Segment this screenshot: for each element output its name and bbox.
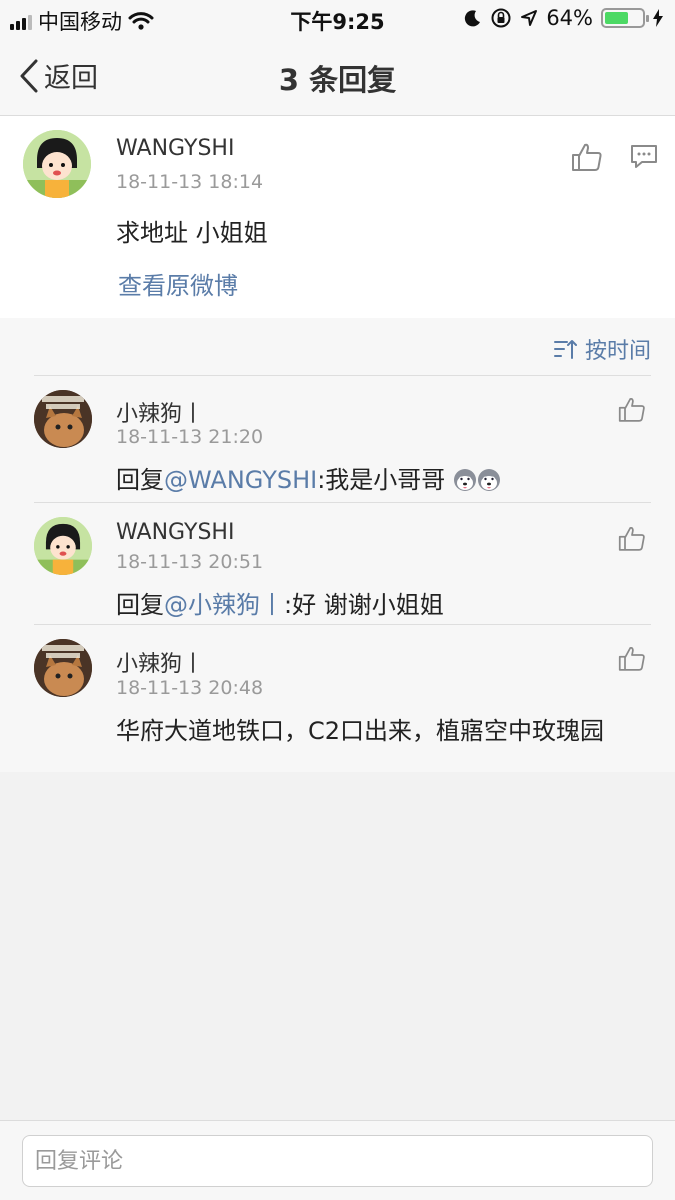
like-button[interactable]: [618, 525, 646, 556]
reply-username[interactable]: WANGYSHI: [116, 520, 234, 545]
location-icon: [521, 10, 538, 26]
comment-text: 求地址 小姐姐: [116, 219, 268, 247]
composer-bar: [0, 1120, 675, 1200]
comment-button[interactable]: [630, 144, 658, 174]
like-button[interactable]: [618, 396, 646, 427]
reply-comment-input[interactable]: [22, 1135, 653, 1187]
maruko-avatar-image: [23, 130, 91, 198]
rotation-lock-icon: [491, 8, 511, 28]
thumbs-up-icon: [618, 526, 645, 551]
replies-section: 按时间 小辣狗丨 18-11-13 21:20 回复@WANGYSHI:我是小哥…: [0, 318, 675, 772]
reply-username[interactable]: 小辣狗丨: [116, 646, 204, 678]
mention-link[interactable]: @小辣狗丨: [164, 591, 284, 619]
battery-icon: [601, 8, 649, 28]
battery-fill: [605, 12, 629, 24]
thumbs-up-icon: [572, 143, 602, 171]
status-right: 64%: [464, 6, 663, 30]
reply-body: :我是小哥哥: [317, 466, 446, 494]
status-bar: 中国移动 下午9:25 64%: [0, 0, 675, 38]
husky-face-icon: [453, 469, 476, 491]
avatar[interactable]: [34, 517, 92, 575]
sort-label: 按时间: [584, 339, 651, 364]
nav-bar: 返回 3 条回复: [0, 38, 675, 116]
reply-timestamp: 18-11-13 21:20: [116, 426, 264, 448]
cat-avatar-image: [34, 390, 92, 448]
comment-timestamp: 18-11-13 18:14: [116, 171, 264, 193]
reply-timestamp: 18-11-13 20:48: [116, 677, 264, 699]
maruko-avatar-image: [34, 517, 92, 575]
reply-prefix: 回复: [116, 591, 164, 619]
sort-by-time-button[interactable]: 按时间: [553, 333, 651, 365]
like-button[interactable]: [618, 645, 646, 676]
moon-icon: [465, 10, 481, 27]
reply-username[interactable]: 小辣狗丨: [116, 396, 204, 428]
charging-icon: [653, 9, 663, 27]
reply-item: WANGYSHI 18-11-13 20:51 回复@小辣狗丨:好 谢谢小姐姐: [0, 503, 675, 627]
page-title: 3 条回复: [278, 63, 397, 97]
comment-icon: [631, 145, 657, 168]
reply-prefix: 回复: [116, 466, 164, 494]
husky-face-icon: [477, 469, 500, 491]
like-button[interactable]: [571, 142, 603, 176]
comment-username[interactable]: WANGYSHI: [116, 136, 234, 161]
reply-text: 回复@WANGYSHI:我是小哥哥: [116, 460, 501, 495]
avatar[interactable]: [23, 130, 91, 198]
main-comment: WANGYSHI 18-11-13 18:14 求地址 小姐姐 查看原微博: [0, 116, 675, 318]
reply-text: 回复@小辣狗丨:好 谢谢小姐姐: [116, 585, 444, 620]
view-original-link[interactable]: 查看原微博: [118, 266, 238, 301]
avatar[interactable]: [34, 639, 92, 697]
reply-item: 小辣狗丨 18-11-13 21:20 回复@WANGYSHI:我是小哥哥: [0, 376, 675, 500]
thumbs-up-icon: [618, 397, 645, 422]
cat-avatar-image: [34, 639, 92, 697]
mention-link[interactable]: @WANGYSHI: [164, 466, 317, 494]
reply-timestamp: 18-11-13 20:51: [116, 551, 264, 573]
thumbs-up-icon: [618, 646, 645, 671]
avatar[interactable]: [34, 390, 92, 448]
sort-bar: 按时间: [0, 318, 675, 376]
reply-body: :好 谢谢小姐姐: [284, 591, 444, 619]
sort-icon: [553, 340, 577, 359]
reply-item: 小辣狗丨 18-11-13 20:48 华府大道地铁口，C2口出来，植寤空中玫瑰…: [0, 625, 675, 749]
battery-percent: 64%: [546, 6, 593, 30]
reply-text: 华府大道地铁口，C2口出来，植寤空中玫瑰园: [116, 717, 605, 745]
